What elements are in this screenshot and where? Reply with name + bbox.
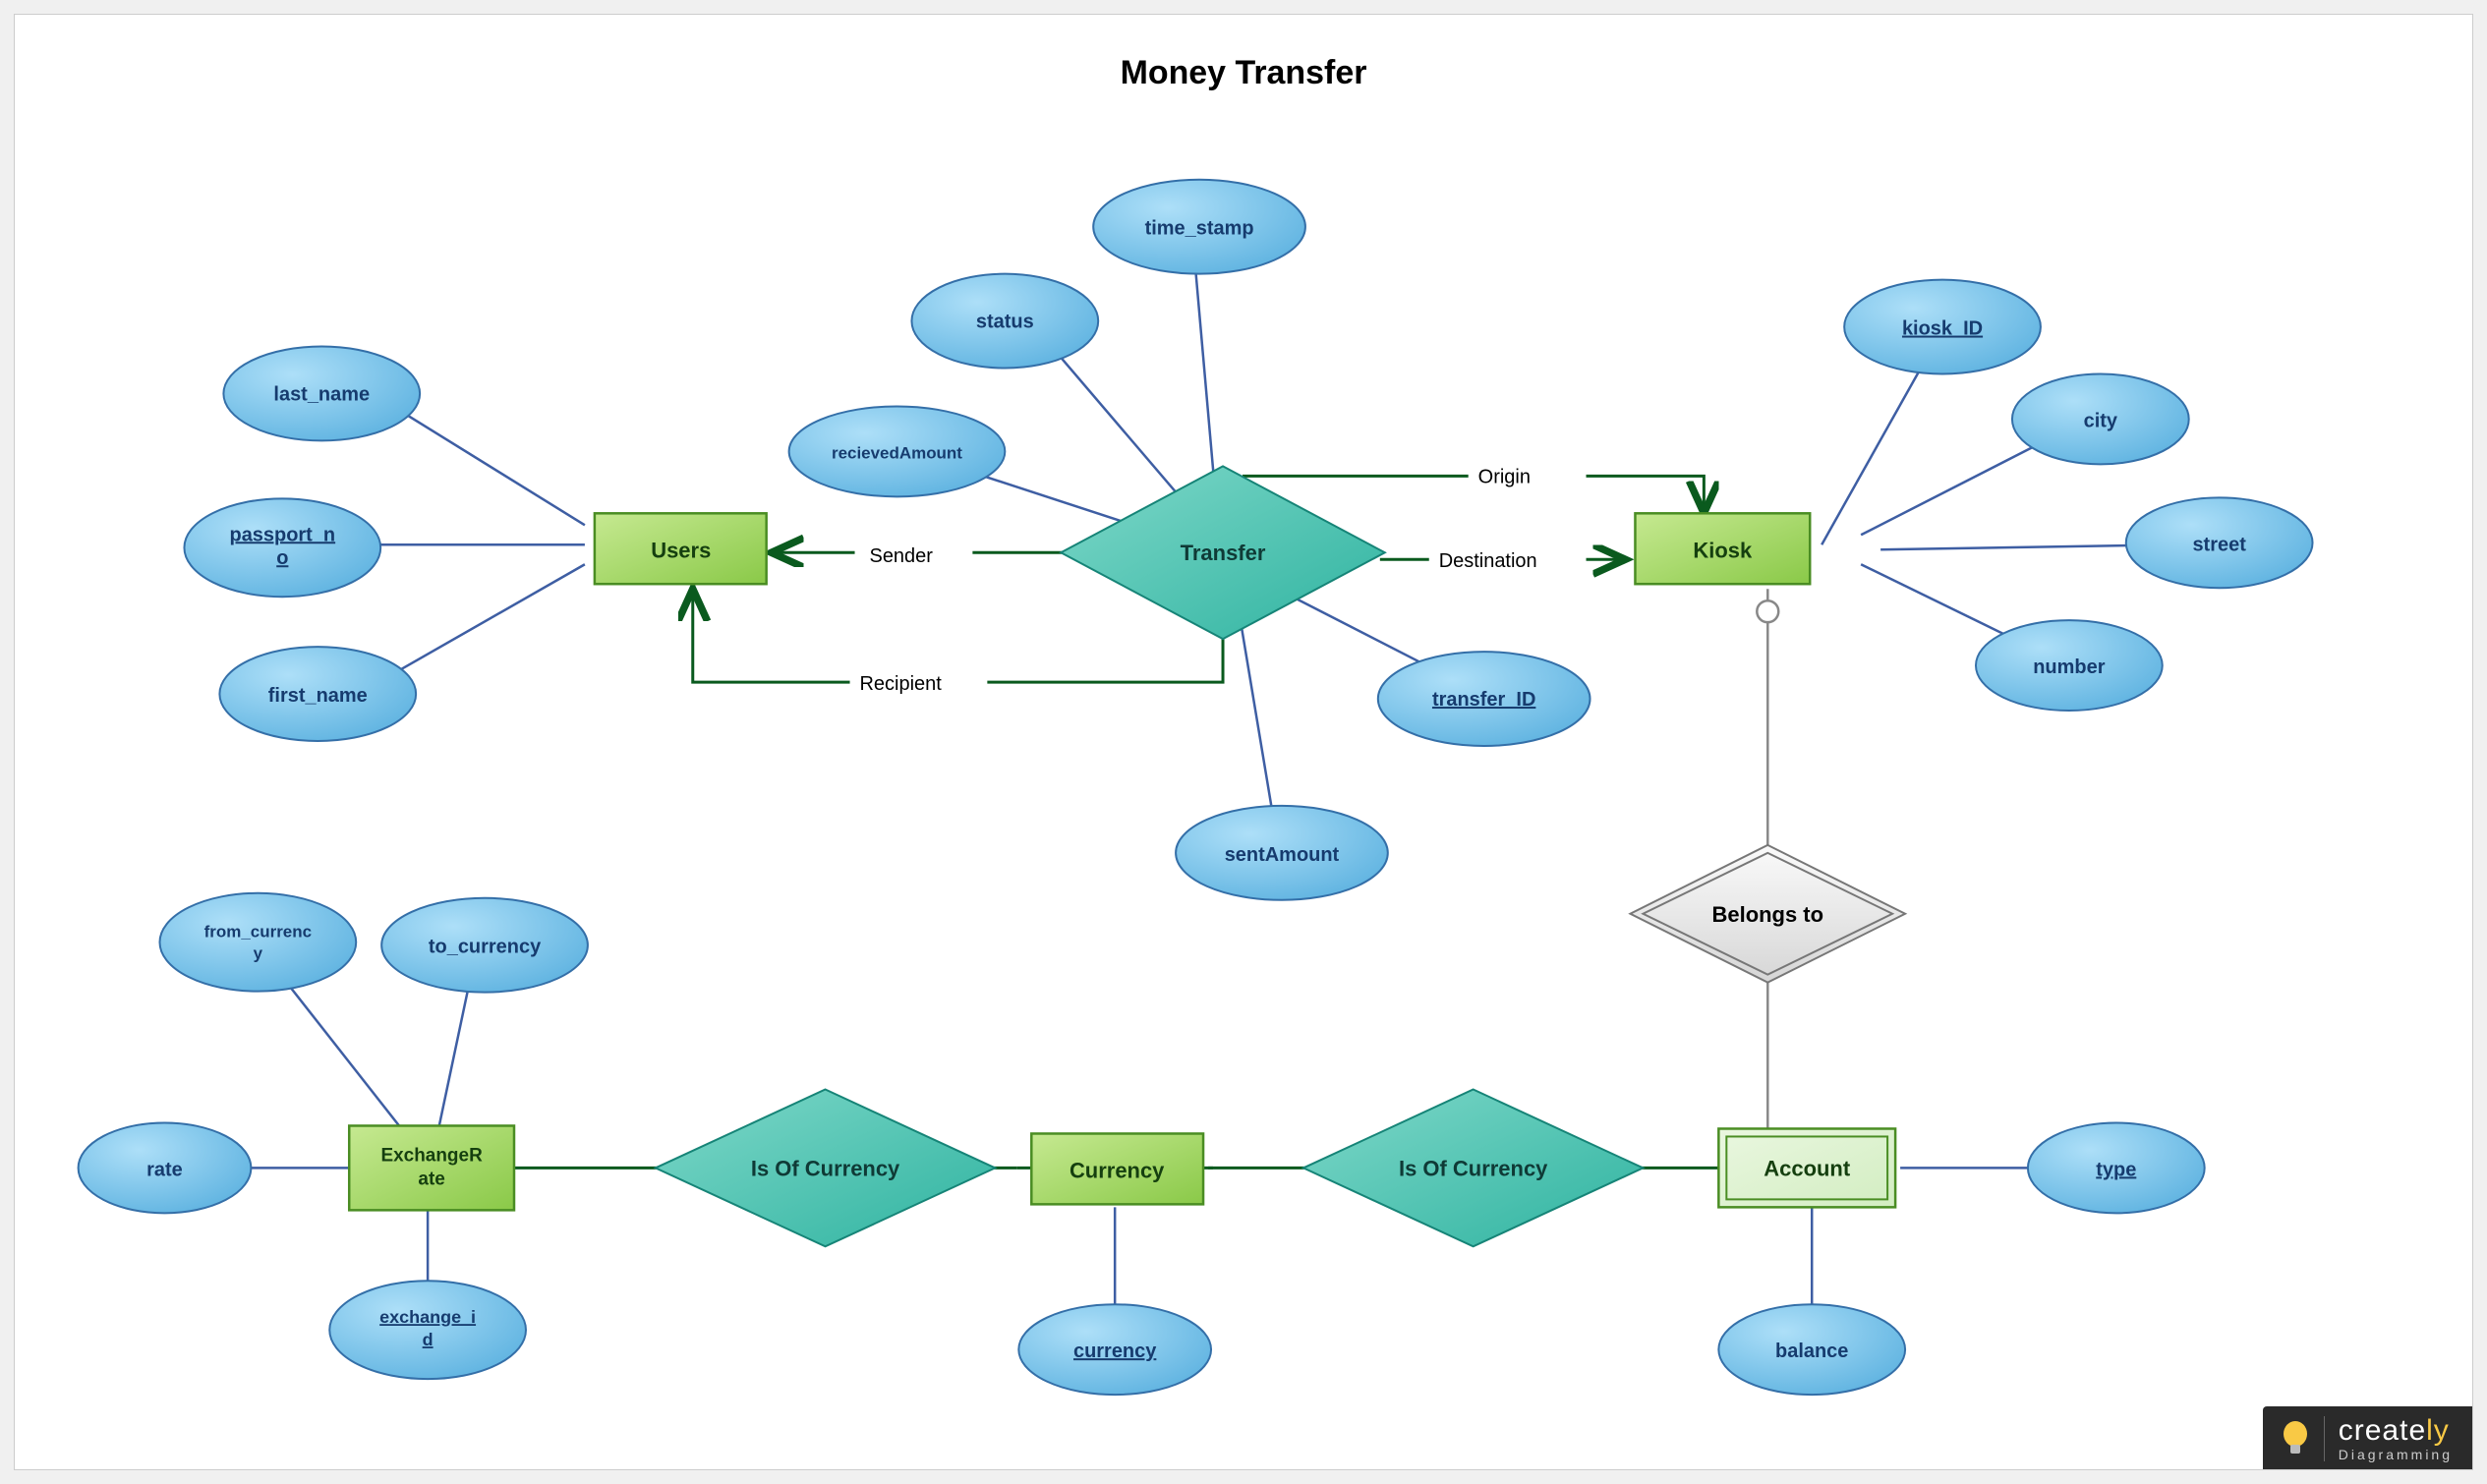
attr-recieved-amount: recievedAmount — [789, 406, 1006, 496]
entity-exchange-rate: ExchangeR ate — [349, 1125, 514, 1210]
svg-text:Kiosk: Kiosk — [1693, 538, 1753, 562]
relationship-transfer: Transfer — [1061, 466, 1385, 639]
entity-kiosk: Kiosk — [1635, 513, 1810, 584]
svg-text:currency: currency — [1073, 1341, 1156, 1362]
brand-name-2: ly — [2426, 1414, 2450, 1447]
svg-text:type: type — [2096, 1159, 2136, 1180]
diagram-frame: Origin Destination Sender Recipient last… — [0, 0, 2487, 1484]
brand-tagline: Diagramming — [2339, 1448, 2453, 1461]
svg-text:passport_n: passport_n — [230, 524, 336, 545]
svg-text:number: number — [2033, 656, 2105, 678]
svg-text:Users: Users — [651, 538, 711, 562]
edge-label-sender: Sender — [870, 545, 934, 567]
svg-text:transfer_ID: transfer_ID — [1432, 689, 1535, 711]
entity-currency: Currency — [1031, 1133, 1203, 1204]
relationship-is-of-currency-2: Is Of Currency — [1303, 1090, 1644, 1247]
svg-text:Account: Account — [1764, 1156, 1851, 1180]
attr-rate: rate — [79, 1122, 252, 1213]
svg-text:Belongs to: Belongs to — [1712, 902, 1824, 927]
svg-text:exchange_i: exchange_i — [379, 1307, 476, 1327]
attr-currency: currency — [1018, 1304, 1211, 1395]
edge-label-origin: Origin — [1478, 466, 1531, 487]
relationship-is-of-currency-1: Is Of Currency — [656, 1090, 996, 1247]
attr-kiosk-id: kiosk_ID — [1844, 280, 2041, 374]
svg-text:rate: rate — [146, 1159, 183, 1180]
svg-text:street: street — [2192, 534, 2246, 555]
creately-badge: creately Diagramming — [2263, 1406, 2472, 1469]
svg-text:last_name: last_name — [273, 383, 370, 405]
er-diagram-svg: Origin Destination Sender Recipient last… — [15, 15, 2472, 1469]
entity-users: Users — [595, 513, 767, 584]
attr-city: city — [2012, 374, 2189, 465]
relationship-belongs-to: Belongs to — [1630, 845, 1905, 983]
svg-text:ExchangeR: ExchangeR — [380, 1145, 483, 1166]
svg-text:d: d — [423, 1330, 434, 1349]
svg-text:city: city — [2084, 410, 2117, 431]
svg-text:status: status — [976, 312, 1034, 333]
attr-transfer-id: transfer_ID — [1378, 652, 1591, 746]
entity-account: Account — [1718, 1128, 1895, 1207]
edge-label-recipient: Recipient — [860, 673, 943, 695]
svg-text:ate: ate — [418, 1169, 444, 1189]
svg-text:balance: balance — [1775, 1341, 1848, 1362]
attr-type: type — [2028, 1122, 2205, 1213]
attr-balance: balance — [1718, 1304, 1905, 1395]
svg-text:Is Of Currency: Is Of Currency — [751, 1156, 900, 1180]
attr-to-currency: to_currency — [381, 898, 588, 993]
diagram-canvas: Origin Destination Sender Recipient last… — [14, 14, 2473, 1470]
lightbulb-icon — [2281, 1419, 2310, 1458]
attr-sent-amount: sentAmount — [1176, 806, 1388, 900]
svg-text:first_name: first_name — [268, 685, 368, 707]
attr-passport-no: passport_n o — [184, 498, 380, 597]
svg-text:sentAmount: sentAmount — [1225, 844, 1340, 866]
svg-text:Is Of Currency: Is Of Currency — [1399, 1156, 1548, 1180]
svg-text:Currency: Currency — [1070, 1158, 1165, 1182]
edge-label-destination: Destination — [1439, 550, 1537, 572]
attr-last-name: last_name — [223, 347, 420, 441]
diagram-title: Money Transfer — [1121, 54, 1367, 91]
brand-name-1: create — [2339, 1414, 2426, 1447]
svg-text:y: y — [254, 944, 263, 963]
attr-time-stamp: time_stamp — [1093, 180, 1305, 274]
attr-number: number — [1976, 620, 2163, 711]
attr-status: status — [911, 274, 1098, 369]
attr-from-currency: from_currenc y — [159, 893, 356, 992]
svg-text:Transfer: Transfer — [1181, 541, 1266, 565]
svg-text:kiosk_ID: kiosk_ID — [1902, 318, 1983, 340]
attr-exchange-id: exchange_i d — [329, 1281, 526, 1379]
svg-text:from_currenc: from_currenc — [204, 923, 312, 942]
attr-street: street — [2126, 497, 2313, 588]
svg-text:o: o — [276, 547, 288, 569]
svg-text:time_stamp: time_stamp — [1145, 218, 1254, 240]
svg-text:to_currency: to_currency — [429, 937, 541, 958]
svg-text:recievedAmount: recievedAmount — [832, 443, 962, 462]
attr-first-name: first_name — [219, 647, 416, 741]
